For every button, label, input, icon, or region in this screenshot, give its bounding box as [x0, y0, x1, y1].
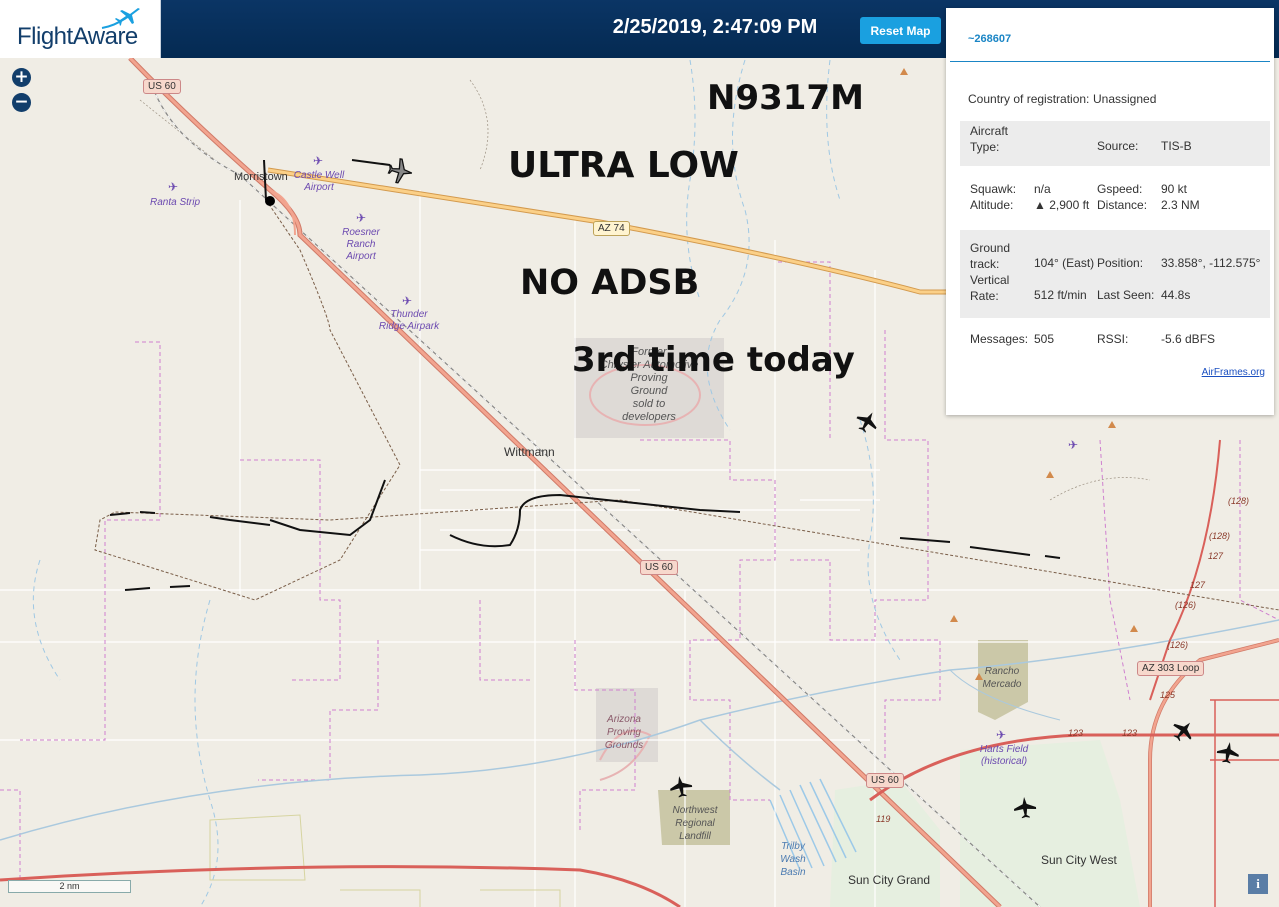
- aircraft-hex-code[interactable]: ~268607: [968, 33, 1011, 45]
- annotation-ultra-low: ULTRA LOW: [508, 145, 739, 186]
- panel-divider: [950, 61, 1270, 62]
- route-number: (128): [1209, 531, 1231, 541]
- airport-icon[interactable]: ✈: [1068, 438, 1078, 452]
- airport-label-ranta: Ranta Strip: [149, 197, 201, 208]
- squawk-value: n/a: [1034, 182, 1051, 196]
- airport-icon[interactable]: ✈: [168, 180, 178, 194]
- annotation-third-time: 3rd time today: [572, 340, 855, 380]
- rssi-label: RSSI:: [1097, 332, 1129, 346]
- route-number: (126): [1167, 640, 1189, 650]
- route-number: (128): [1228, 496, 1250, 506]
- annotation-tail-number: N9317M: [707, 78, 864, 118]
- last-seen-value: 44.8s: [1161, 288, 1191, 302]
- country-label: Country of registration:: [968, 92, 1090, 106]
- track-label: Ground track:: [970, 241, 1011, 271]
- altitude-value: ▲ 2,900 ft: [1034, 198, 1090, 212]
- place-label-sun-city-grand: Sun City Grand: [848, 873, 931, 887]
- track-row: Ground track: 104° (East) Position: 33.8…: [960, 230, 1270, 318]
- distance-label: Distance:: [1097, 198, 1148, 212]
- airframes-link[interactable]: AirFrames.org: [1202, 367, 1265, 378]
- place-label-morristown: Morristown: [234, 171, 288, 183]
- logo-text: FlightAware: [17, 23, 138, 50]
- aircraft-icon[interactable]: [668, 774, 694, 800]
- area-label-trilby: Trilby Wash Basin: [780, 841, 806, 878]
- area-label-arizona-proving: Arizona Proving Grounds: [604, 714, 644, 751]
- vertical-rate-label: Vertical Rate:: [970, 273, 1010, 303]
- vertical-rate-value: 512 ft/min: [1034, 288, 1087, 302]
- type-source-row: Aircraft Type: Source: TIS-B: [960, 121, 1270, 166]
- airport-icon[interactable]: ✈: [402, 294, 412, 308]
- airport-icon[interactable]: ✈: [313, 154, 323, 168]
- last-seen-label: Last Seen:: [1097, 288, 1155, 302]
- messages-label: Messages:: [970, 332, 1029, 346]
- route-number: 127: [1208, 551, 1224, 561]
- airport-label-harts: Harts Field (historical): [979, 744, 1029, 767]
- route-number: 127: [1190, 580, 1206, 590]
- airport-label-roesner: Roesner Ranch Airport: [342, 227, 380, 262]
- aircraft-type-label: Aircraft Type:: [970, 124, 1009, 154]
- squawk-row: Squawk: n/a Gspeed: 90 kt Altitude: ▲ 2,…: [960, 180, 1270, 216]
- position-label: Position:: [1097, 256, 1144, 270]
- route-number: 123: [1122, 728, 1138, 738]
- route-number: (126): [1175, 600, 1197, 610]
- area-label-landfill: Northwest Regional Landfill: [672, 805, 718, 842]
- airport-label-castle-well: Castle Well Airport: [293, 170, 345, 193]
- reset-map-button[interactable]: Reset Map: [860, 17, 941, 44]
- airport-label-thunder: Thunder Ridge Airpark: [378, 309, 440, 332]
- aircraft-icon[interactable]: [1012, 795, 1038, 821]
- aircraft-icon[interactable]: [1215, 740, 1241, 766]
- airport-icon[interactable]: ✈: [996, 728, 1006, 742]
- squawk-label: Squawk:: [970, 182, 1017, 196]
- road-shield-az303: AZ 303 Loop: [1137, 661, 1205, 676]
- place-label-wittmann: Wittmann: [504, 445, 555, 459]
- annotation-no-adsb: NO ADSB: [520, 263, 700, 303]
- zoom-out-button[interactable]: −: [12, 93, 31, 112]
- gspeed-label: Gspeed:: [1097, 182, 1143, 196]
- source-label: Source:: [1097, 139, 1139, 153]
- route-number: 123: [1068, 728, 1084, 738]
- aircraft-icon[interactable]: [854, 409, 880, 435]
- flightaware-logo[interactable]: FlightAware: [0, 0, 161, 58]
- country-row: Country of registration: Unassigned: [960, 92, 1270, 110]
- tracked-aircraft-icon[interactable]: [385, 157, 415, 185]
- road-shield-us60: US 60: [143, 79, 181, 94]
- messages-row: Messages: 505 RSSI: -5.6 dBFS: [960, 332, 1270, 350]
- airport-icon[interactable]: ✈: [356, 211, 366, 225]
- zoom-in-button[interactable]: +: [12, 68, 31, 87]
- rssi-value: -5.6 dBFS: [1161, 332, 1216, 346]
- area-label-rancho: Rancho Mercado: [982, 666, 1022, 690]
- aircraft-info-panel: ~268607 Country of registration: Unassig…: [946, 8, 1274, 415]
- source-value: TIS-B: [1161, 139, 1192, 153]
- messages-value: 505: [1034, 332, 1055, 346]
- position-value: 33.858°, -112.575°: [1161, 256, 1261, 270]
- scale-bar: 2 nm: [8, 880, 131, 893]
- road-shield-us60: US 60: [640, 560, 678, 575]
- distance-value: 2.3 NM: [1161, 198, 1200, 212]
- timestamp: 2/25/2019, 2:47:09 PM: [612, 16, 818, 38]
- aircraft-icon[interactable]: [1170, 718, 1196, 744]
- route-number: 119: [876, 814, 891, 824]
- info-button[interactable]: i: [1248, 874, 1268, 894]
- road-shield-us60: US 60: [866, 773, 904, 788]
- gspeed-value: 90 kt: [1161, 182, 1188, 196]
- altitude-label: Altitude:: [970, 198, 1014, 212]
- country-value: Unassigned: [1093, 92, 1157, 106]
- route-number: 125: [1160, 690, 1176, 700]
- track-value: 104° (East): [1034, 256, 1095, 270]
- place-label-sun-city-west: Sun City West: [1041, 853, 1117, 867]
- road-shield-az74: AZ 74: [593, 221, 630, 236]
